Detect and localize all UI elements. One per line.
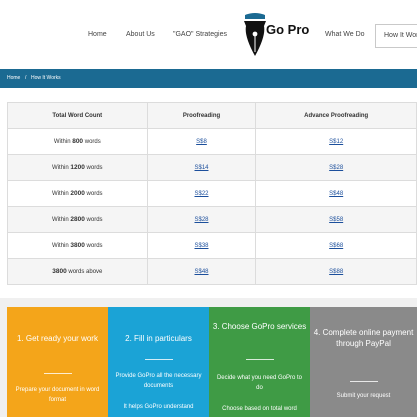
step-title: 3. Choose GoPro services: [212, 322, 307, 331]
word-count-cell: Within 2000 words: [7, 180, 148, 207]
word-count-prefix: Within: [53, 139, 71, 145]
table-row: Within 2000 words S$22 S$48: [7, 180, 417, 207]
word-count-suffix: words: [84, 139, 101, 145]
step-divider: [349, 381, 378, 382]
proofreading-price-link[interactable]: S$48: [194, 269, 208, 275]
table-row: Within 1200 words S$14 S$28: [7, 154, 417, 181]
word-count-suffix: words: [86, 243, 103, 249]
proofreading-price-link[interactable]: S$38: [194, 243, 208, 249]
header-advance-proofreading: Advance Proofreading: [255, 102, 417, 129]
nav-what-we-do[interactable]: What We Do: [325, 31, 365, 38]
step-text-secondary: It helps GoPro understand: [123, 404, 194, 410]
advance-price-link[interactable]: S$88: [329, 269, 343, 275]
word-count-cell: Within 800 words: [7, 128, 148, 155]
table-header-row: Total Word Count Proofreading Advance Pr…: [7, 102, 417, 129]
word-count-suffix: words above: [68, 269, 103, 275]
word-count-suffix: words: [86, 217, 103, 223]
word-count-prefix: Within: [52, 165, 69, 171]
word-count-value: 800: [72, 138, 84, 145]
breadcrumb-current: How It Works: [31, 75, 61, 81]
step-title: 2. Fill in particulars: [125, 334, 192, 343]
word-count-prefix: Within: [52, 243, 69, 249]
step-text: Submit your request: [336, 393, 391, 399]
step-title: 4. Complete online payment through PayPa…: [313, 328, 414, 348]
proofreading-price-cell: S$38: [146, 232, 257, 259]
advance-price-link[interactable]: S$68: [329, 243, 343, 249]
gopro-logo[interactable]: Go Pro: [240, 12, 310, 58]
site-header: Home About Us "GAO" Strategies Go Pro Wh…: [0, 0, 417, 69]
process-steps: 1. Get ready your work Prepare your docu…: [0, 298, 417, 417]
step-divider: [43, 373, 72, 374]
table-row: Within 3800 words S$38 S$68: [7, 232, 417, 259]
advance-price-cell: S$58: [255, 206, 417, 233]
step-text: Provide GoPro all the necessary document…: [115, 373, 202, 389]
step-card-3: 3. Choose GoPro services Decide what you…: [209, 307, 310, 417]
step-title: 1. Get ready your work: [17, 334, 98, 343]
advance-price-link[interactable]: S$58: [329, 217, 343, 223]
proofreading-price-cell: S$22: [146, 180, 257, 207]
word-count-prefix: Within: [52, 191, 69, 197]
table-row: Within 2800 words S$28 S$58: [7, 206, 417, 233]
advance-price-link[interactable]: S$12: [329, 139, 343, 145]
word-count-prefix: Within: [52, 217, 69, 223]
step-text: Prepare your document in word format: [15, 387, 100, 403]
step-card-1: 1. Get ready your work Prepare your docu…: [7, 307, 108, 417]
word-count-cell: Within 2800 words: [7, 206, 148, 233]
word-count-suffix: words: [86, 191, 103, 197]
proofreading-price-link[interactable]: S$14: [194, 165, 208, 171]
proofreading-price-cell: S$14: [146, 154, 257, 181]
breadcrumb: Home / How It Works: [0, 69, 417, 88]
proofreading-price-cell: S$8: [146, 128, 257, 155]
nav-how-it-works[interactable]: How It Wor: [375, 24, 417, 48]
proofreading-price-link[interactable]: S$22: [194, 191, 208, 197]
word-count-cell: Within 3800 words: [7, 232, 148, 259]
nav-gao-strategies[interactable]: "GAO" Strategies: [173, 31, 227, 38]
pricing-table: Total Word Count Proofreading Advance Pr…: [7, 102, 417, 285]
proofreading-price-cell: S$28: [146, 206, 257, 233]
logo-text: Go Pro: [266, 22, 310, 37]
word-count-value: 3800: [70, 242, 85, 249]
advance-price-cell: S$48: [255, 180, 417, 207]
proofreading-price-cell: S$48: [146, 258, 257, 285]
word-count-value: 3800: [52, 268, 67, 275]
step-text-secondary: Choose based on total word: [222, 406, 297, 412]
advance-price-cell: S$68: [255, 232, 417, 259]
word-count-cell: 3800 words above: [7, 258, 148, 285]
advance-price-cell: S$28: [255, 154, 417, 181]
word-count-suffix: words: [86, 165, 103, 171]
advance-price-cell: S$12: [255, 128, 417, 155]
table-row: Within 800 words S$8 S$12: [7, 128, 417, 155]
word-count-value: 2000: [70, 190, 85, 197]
table-row: 3800 words above S$48 S$88: [7, 258, 417, 285]
step-text: Decide what you need GoPro to do: [216, 375, 303, 391]
word-count-value: 2800: [70, 216, 85, 223]
word-count-cell: Within 1200 words: [7, 154, 148, 181]
breadcrumb-separator: /: [25, 75, 27, 81]
proofreading-price-link[interactable]: S$28: [194, 217, 208, 223]
nav-about-us[interactable]: About Us: [126, 31, 155, 38]
nav-home[interactable]: Home: [88, 31, 107, 38]
step-divider: [144, 359, 173, 360]
advance-price-link[interactable]: S$48: [329, 191, 343, 197]
advance-price-link[interactable]: S$28: [329, 165, 343, 171]
header-total-word-count: Total Word Count: [7, 102, 148, 129]
breadcrumb-home[interactable]: Home: [7, 75, 20, 81]
step-card-2: 2. Fill in particulars Provide GoPro all…: [108, 307, 209, 417]
step-divider: [245, 359, 274, 360]
word-count-value: 1200: [70, 164, 85, 171]
proofreading-price-link[interactable]: S$8: [196, 139, 207, 145]
header-proofreading: Proofreading: [146, 102, 257, 129]
step-card-4: 4. Complete online payment through PayPa…: [310, 307, 417, 417]
advance-price-cell: S$88: [255, 258, 417, 285]
